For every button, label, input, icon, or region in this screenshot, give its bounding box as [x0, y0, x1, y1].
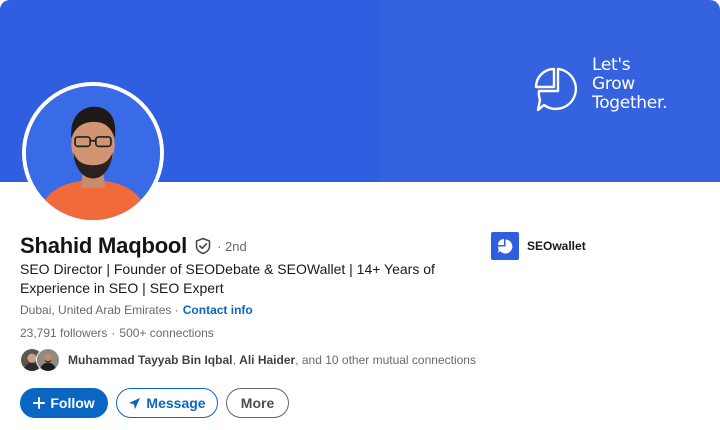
mutual-name-2: Ali Haider [239, 353, 296, 367]
follow-button[interactable]: Follow [20, 388, 108, 418]
mutual-connections[interactable]: Muhammad Tayyab Bin Iqbal, Ali Haider, a… [20, 348, 476, 372]
slogan-line-1: Let's [592, 55, 631, 75]
banner-slogan: Let's Grow Together. [592, 56, 667, 113]
connection-degree: · 2nd [217, 238, 247, 254]
send-icon [128, 397, 141, 410]
mutual-name-1: Muhammad Tayyab Bin Iqbal [68, 353, 233, 367]
profile-name: Shahid Maqbool [20, 233, 188, 258]
connections-count[interactable]: 500+ connections [119, 326, 213, 340]
more-button[interactable]: More [226, 388, 289, 418]
location-row: Dubai, United Arab Emirates · Contact in… [20, 303, 253, 317]
banner-brand: Let's Grow Together. [530, 56, 667, 116]
mutual-connections-text: Muhammad Tayyab Bin Iqbal, Ali Haider, a… [68, 353, 476, 367]
follow-label: Follow [50, 395, 95, 411]
mutual-rest: , and 10 other mutual connections [295, 353, 476, 367]
shield-check-icon[interactable] [194, 237, 212, 255]
slogan-line-3: Together. [592, 93, 668, 113]
stats-row: 23,791 followers · 500+ connections [20, 326, 214, 340]
company-name: SEOwallet [527, 239, 586, 253]
mutual-sep: , [232, 353, 236, 367]
profile-headline: SEO Director | Founder of SEODebate & SE… [20, 261, 435, 296]
plus-icon [33, 397, 46, 409]
followers-count: 23,791 followers [20, 326, 108, 340]
seowallet-logo-icon [491, 232, 519, 260]
contact-info-link[interactable]: Contact info [183, 303, 253, 317]
profile-location: Dubai, United Arab Emirates · [20, 303, 179, 317]
avatar-portrait [26, 86, 160, 220]
current-company[interactable]: SEOwallet [491, 232, 586, 260]
profile-card: Let's Grow Together. Shahid Maqbool · 2n… [0, 0, 720, 430]
name-row: Shahid Maqbool · 2nd [20, 233, 247, 259]
profile-actions: Follow Message More [20, 388, 297, 418]
mutual-avatar-2 [36, 348, 60, 372]
mutual-avatars [20, 348, 64, 372]
stats-separator: · [111, 326, 116, 340]
seowallet-banner-logo-icon [534, 67, 578, 112]
profile-avatar[interactable] [22, 82, 164, 224]
message-label: Message [146, 395, 206, 411]
slogan-line-2: Grow [592, 74, 635, 94]
message-button[interactable]: Message [116, 388, 218, 418]
more-label: More [240, 395, 275, 411]
